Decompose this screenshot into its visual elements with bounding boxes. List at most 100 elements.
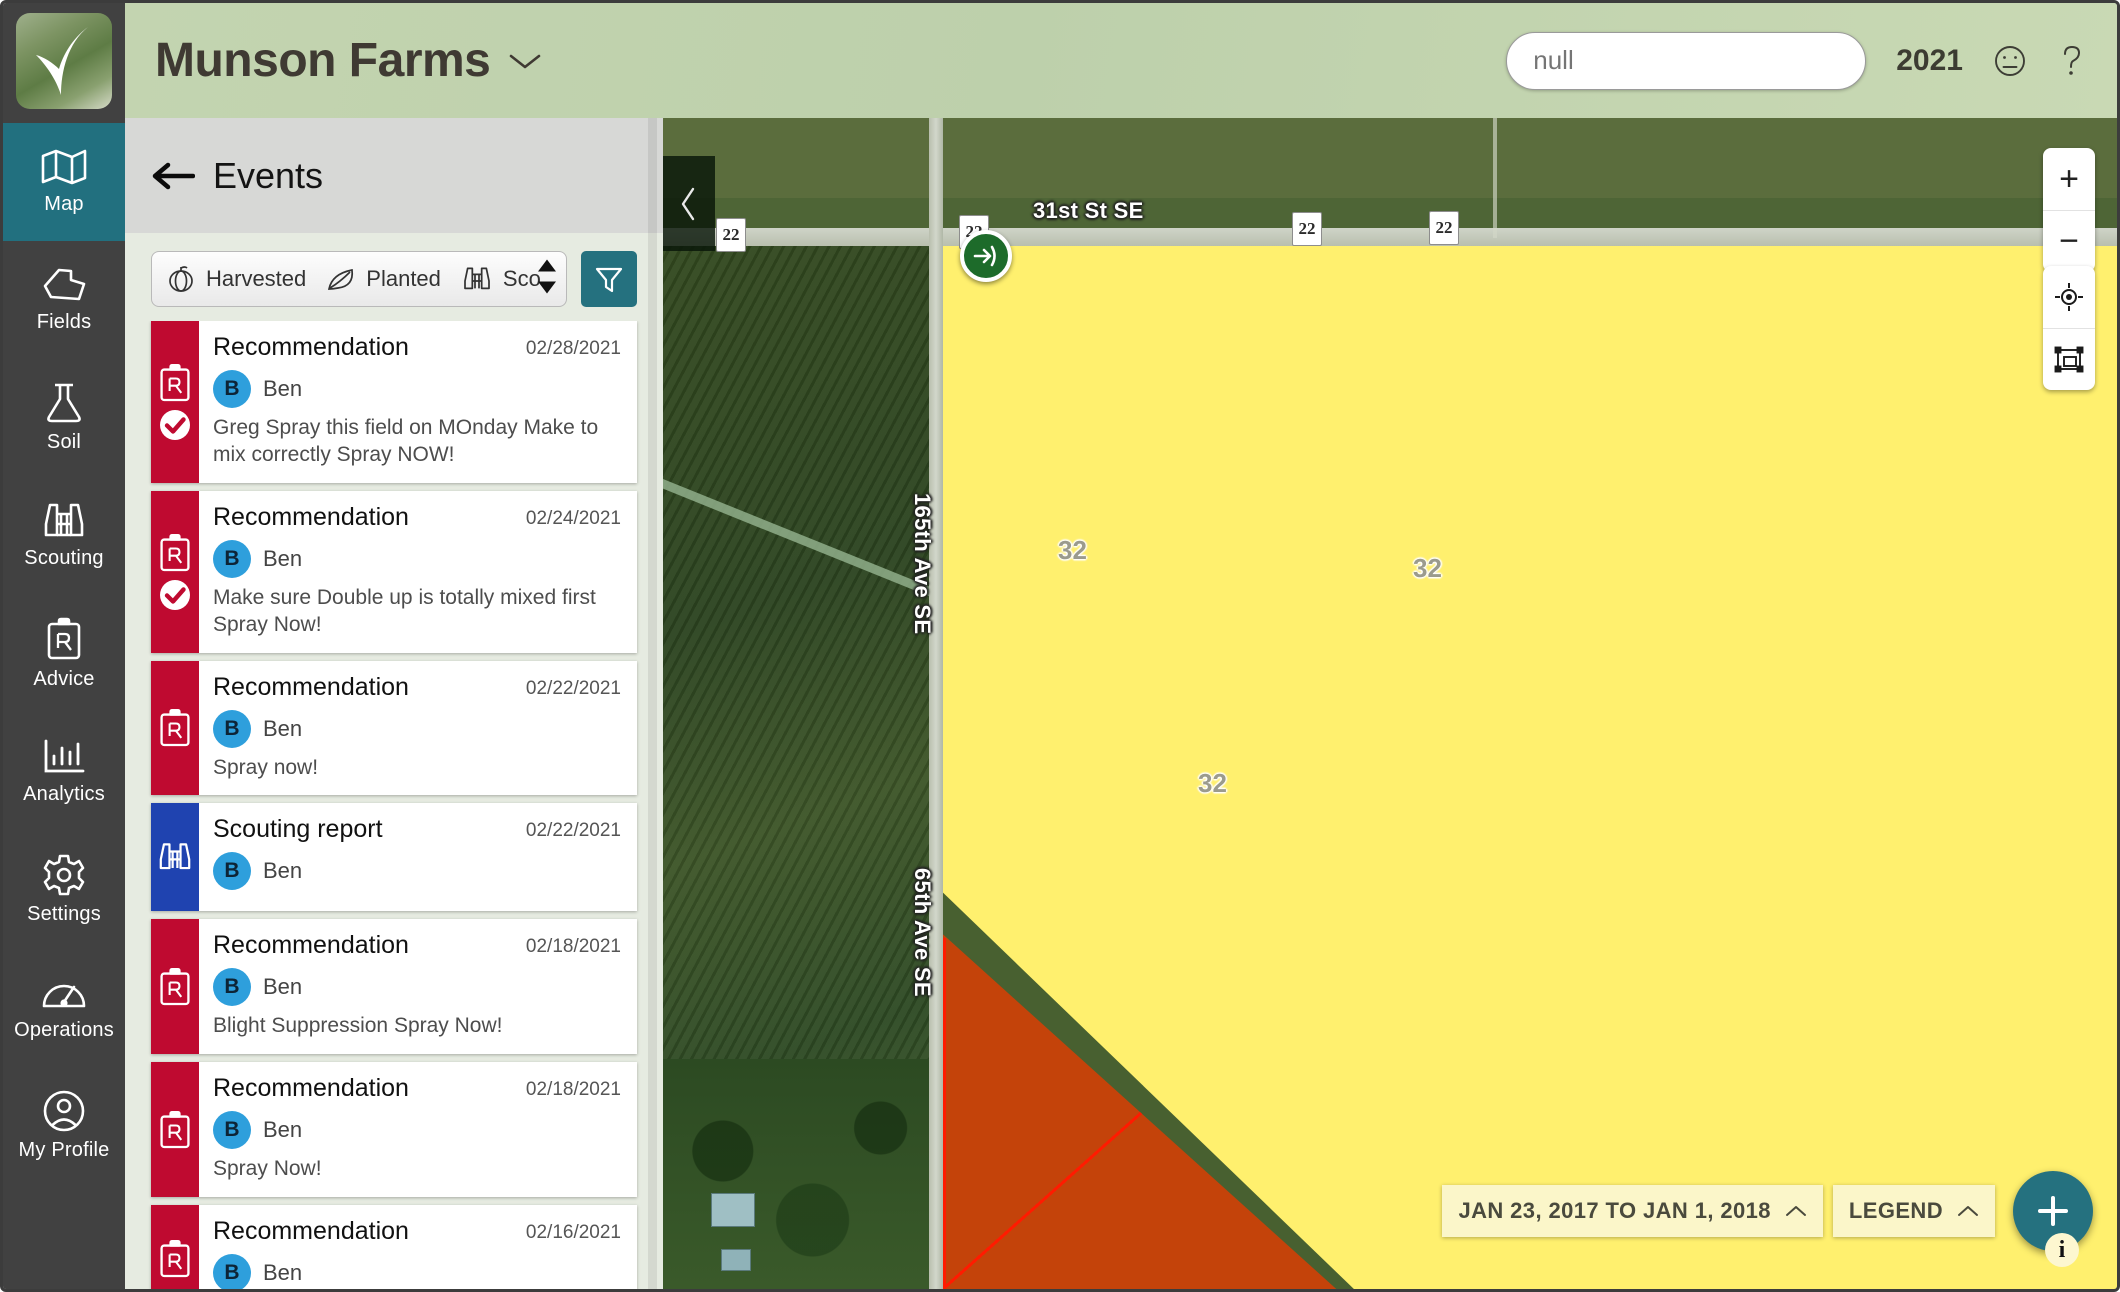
feedback-button[interactable] [1993, 44, 2027, 78]
avatar: B [213, 968, 251, 1007]
farm-name: Munson Farms [155, 34, 491, 87]
event-author-name: Ben [263, 545, 303, 571]
question-mark-icon [2064, 45, 2081, 75]
app-logo[interactable] [16, 13, 112, 109]
sidebar-item-label: Settings [27, 903, 101, 925]
chip-harvested[interactable]: Harvested [166, 265, 306, 293]
event-author: B Ben [213, 852, 621, 891]
event-card[interactable]: Recommendation 02/28/2021 B Ben Greg Spray t… [151, 321, 637, 483]
sidebar-item-label: Analytics [23, 783, 105, 805]
page-title: Events [213, 154, 324, 196]
event-date: 02/28/2021 [525, 338, 621, 359]
binoculars-icon [159, 843, 191, 870]
filter-button[interactable] [581, 251, 637, 307]
back-button[interactable] [151, 161, 195, 191]
event-author-name: Ben [263, 974, 303, 1000]
event-note: Make sure Double up is totally mixed fir… [213, 585, 596, 636]
event-card[interactable]: Recommendation 02/18/2021 B Ben Spray Now! [151, 1062, 637, 1198]
event-card-accent [151, 1205, 199, 1289]
event-card-accent [151, 1062, 199, 1198]
sidebar-item-advice[interactable]: Advice [3, 595, 125, 713]
road-label-165th-ave-se: 165th Ave SE [910, 493, 935, 635]
events-filter-bar: Harvested Planted Sco [125, 233, 663, 321]
chevron-down-icon [510, 54, 541, 68]
event-date: 02/16/2021 [525, 1222, 621, 1244]
chip-label: Planted [366, 266, 441, 291]
flask-icon [47, 383, 81, 423]
sidebar-item-label: Fields [36, 311, 92, 333]
sidebar-item-label: Advice [33, 668, 95, 690]
farm-selector[interactable]: Munson Farms [155, 33, 542, 88]
sidebar-item-scouting[interactable]: Scouting [3, 477, 125, 595]
event-card-body: Recommendation 02/16/2021 B Ben [199, 1205, 637, 1289]
events-panel: Events Harvested Planted Sco Recommendat… [125, 3, 663, 1289]
sidebar-item-soil[interactable]: Soil [3, 359, 125, 477]
date-range-selector[interactable]: JAN 23, 2017 TO JAN 1, 2018 [1442, 1185, 1823, 1237]
completed-check-icon [160, 409, 190, 440]
date-range-label: JAN 23, 2017 TO JAN 1, 2018 [1458, 1198, 1771, 1223]
events-list[interactable]: Recommendation 02/28/2021 B Ben Greg Spray t… [125, 321, 663, 1289]
chip-planted[interactable]: Planted [326, 266, 441, 292]
chip-scouted[interactable]: Sco [461, 266, 541, 292]
road-label-31st-st-se: 31st St SE [1033, 198, 1144, 223]
event-type: Recommendation [213, 672, 409, 701]
event-card-accent [151, 660, 199, 796]
header-actions: 2021 [1506, 31, 2087, 90]
event-card[interactable]: Recommendation 02/16/2021 B Ben [151, 1205, 637, 1289]
zoom-in-button[interactable]: + [2043, 148, 2095, 210]
event-author-name: Ben [263, 858, 303, 884]
event-note: Blight Suppression Spray Now! [213, 1014, 503, 1038]
event-card-accent [151, 321, 199, 483]
event-card[interactable]: Recommendation 02/18/2021 B Ben Blight Suppr… [151, 919, 637, 1055]
field-number-label: 32 [1198, 768, 1227, 798]
events-list-scrollbar[interactable] [648, 118, 657, 1289]
event-note: Spray now! [213, 755, 319, 779]
sidebar-item-analytics[interactable]: Analytics [3, 713, 125, 831]
event-card-body: Recommendation 02/22/2021 B Ben Spray now! [199, 661, 637, 796]
event-card[interactable]: Scouting report 02/22/2021 B Ben [151, 803, 637, 912]
sidebar-item-fields[interactable]: Fields [3, 241, 125, 359]
sidebar-item-label: Map [44, 193, 84, 215]
chevron-left-icon [681, 187, 695, 220]
event-author: B Ben [213, 370, 621, 408]
sidebar-item-my-profile[interactable]: My Profile [3, 1067, 125, 1185]
locate-button[interactable] [2043, 266, 2095, 328]
fit-extent-button[interactable] [2043, 328, 2095, 390]
event-date: 02/18/2021 [525, 1079, 621, 1101]
season-year[interactable]: 2021 [1896, 44, 1963, 78]
plus-icon [2038, 1196, 2068, 1226]
field-polygon-other[interactable] [943, 246, 2117, 1289]
map-canvas[interactable]: 22 22 22 22 22 31st St SE 165th Ave SE 6… [663, 118, 2117, 1289]
event-type: Scouting report [213, 815, 383, 844]
rx-clipboard-icon [160, 363, 190, 402]
chip-label: Harvested [206, 266, 307, 291]
satellite-imagery-west [663, 236, 935, 1289]
map-tools [2043, 266, 2095, 390]
legend-label: LEGEND [1848, 1198, 1943, 1223]
event-type-chip-group[interactable]: Harvested Planted Sco [151, 251, 567, 307]
zoom-out-button[interactable]: − [2043, 210, 2095, 272]
rx-clipboard-icon [160, 533, 190, 571]
updown-spinner-icon[interactable] [536, 257, 558, 302]
avatar: B [213, 1111, 251, 1150]
search-box[interactable] [1506, 31, 1867, 90]
chevron-up-icon [1958, 1206, 1978, 1216]
field-entry-marker[interactable] [960, 230, 1012, 282]
sidebar-item-map[interactable]: Map [3, 123, 125, 241]
event-card-body: Recommendation 02/24/2021 B Ben Make sure Do… [199, 491, 637, 653]
event-card-accent [151, 490, 199, 653]
event-card-body: Recommendation 02/28/2021 B Ben Greg Spray t… [199, 321, 637, 483]
event-card[interactable]: Recommendation 02/24/2021 B Ben Make sure Do… [151, 490, 637, 653]
legend-toggle[interactable]: LEGEND [1832, 1185, 1995, 1237]
event-author-name: Ben [263, 1260, 303, 1286]
help-button[interactable] [2057, 43, 2087, 79]
fit-extent-icon [2054, 346, 2084, 372]
search-input[interactable] [1533, 45, 1840, 76]
sidebar-item-settings[interactable]: Settings [3, 831, 125, 949]
collapse-panel-handle[interactable] [663, 156, 715, 251]
sidebar-item-operations[interactable]: Operations [3, 949, 125, 1067]
event-card-body: Recommendation 02/18/2021 B Ben Blight Suppr… [199, 919, 637, 1054]
map-info-button[interactable]: i [2045, 1233, 2079, 1267]
event-card[interactable]: Recommendation 02/22/2021 B Ben Spray now! [151, 660, 637, 796]
event-type: Recommendation [213, 1217, 409, 1246]
